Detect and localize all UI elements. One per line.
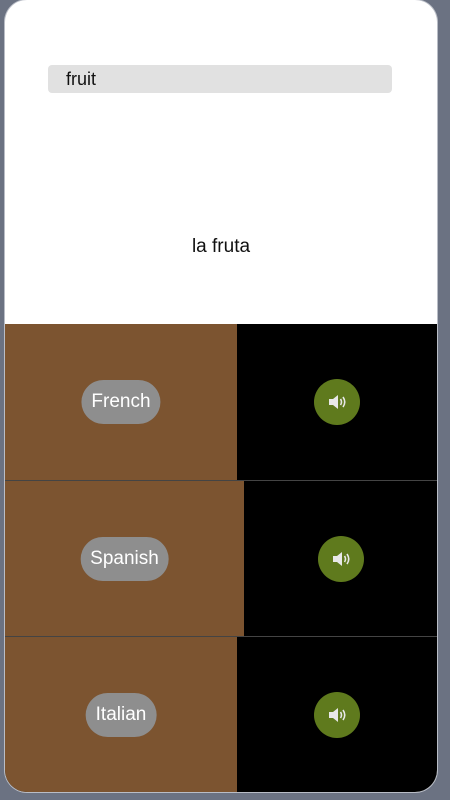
speaker-icon xyxy=(330,550,352,568)
speaker-icon xyxy=(326,706,348,724)
language-button-spanish[interactable]: Spanish xyxy=(80,537,169,581)
language-button-italian[interactable]: Italian xyxy=(85,693,157,737)
play-audio-button-italian[interactable] xyxy=(314,692,360,738)
language-pane: Italian xyxy=(5,637,237,792)
search-input[interactable] xyxy=(48,65,392,93)
audio-pane xyxy=(237,324,437,480)
play-audio-button-french[interactable] xyxy=(314,379,360,425)
speaker-icon xyxy=(326,393,348,411)
language-row-italian: Italian xyxy=(5,636,437,792)
audio-pane xyxy=(244,481,437,637)
language-button-french[interactable]: French xyxy=(81,380,161,424)
play-audio-button-spanish[interactable] xyxy=(317,536,364,582)
translation-text: la fruta xyxy=(191,236,251,257)
app-screen: la fruta French Spanish xyxy=(5,0,437,792)
language-row-spanish: Spanish xyxy=(5,480,437,637)
audio-pane xyxy=(237,637,437,792)
language-pane: Spanish xyxy=(5,481,244,637)
language-row-french: French xyxy=(5,324,437,480)
language-pane: French xyxy=(5,324,237,480)
